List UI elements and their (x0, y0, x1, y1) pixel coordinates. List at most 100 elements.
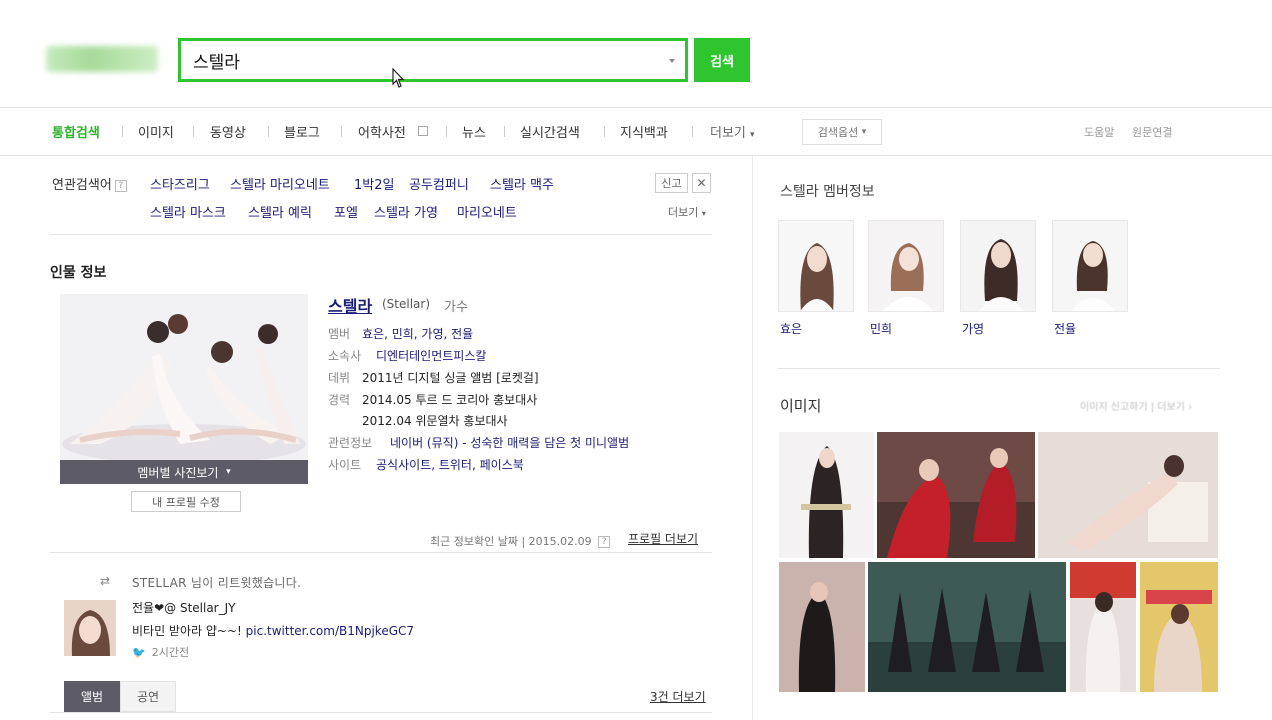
original-link[interactable]: 원문연결 (1132, 124, 1172, 140)
thumbnail-image (1070, 562, 1136, 692)
report-button[interactable]: 신고 (655, 173, 688, 193)
tab-videos[interactable]: 동영상 (210, 122, 246, 141)
member-name-link[interactable]: 민희 (870, 320, 892, 337)
related-search-link[interactable]: 스텔라 마리오네트 (230, 174, 330, 193)
last-updated-text: 최근 정보확인 날짜 | 2015.02.09 ? (430, 533, 611, 549)
thumbnail-image (779, 562, 865, 692)
person-english-name: (Stellar) (382, 297, 431, 311)
member-name-link[interactable]: 효은 (780, 320, 802, 337)
avatar-image (64, 600, 116, 656)
related-search-link[interactable]: 스타즈리그 (150, 174, 210, 193)
external-window-icon (418, 126, 428, 136)
member-card[interactable] (868, 220, 944, 312)
agency-link[interactable]: 디엔터테인먼트피스칼 (376, 347, 486, 364)
search-button[interactable]: 검색 (694, 38, 750, 82)
member-photo (779, 221, 853, 311)
images-title: 이미지 (780, 397, 822, 415)
mouse-cursor-icon (392, 68, 405, 88)
tab-divider (122, 126, 123, 137)
chevron-down-icon: ▾ (701, 209, 706, 218)
album-more-link[interactable]: 3건 더보기 (650, 688, 706, 705)
tab-divider (268, 126, 269, 137)
info-label: 경력 (328, 393, 351, 407)
thumbnail-image (877, 432, 1035, 558)
related-search-link[interactable]: 스텔라 가영 (374, 202, 438, 221)
member-info-title: 스텔라 멤버정보 (780, 184, 875, 200)
chevron-down-icon[interactable] (669, 59, 675, 63)
related-more-link[interactable]: 더보기 ▾ (668, 204, 706, 220)
tab-integrated[interactable]: 통합검색 (52, 122, 100, 141)
tweet-link[interactable]: pic.twitter.com/B1NpjkeGC7 (246, 624, 414, 638)
member-card[interactable] (1052, 220, 1128, 312)
tab-divider (604, 126, 605, 137)
site-links[interactable]: 공식사이트, 트위터, 페이스북 (376, 456, 524, 473)
info-label: 멤버 (328, 327, 351, 341)
member-card[interactable] (960, 220, 1036, 312)
tweet-time: 🐦 2시간전 (132, 646, 190, 659)
member-card[interactable] (778, 220, 854, 312)
thumbnail-image (1038, 432, 1218, 558)
tab-realtime[interactable]: 실시간검색 (520, 122, 580, 141)
chevron-down-icon: ▾ (750, 130, 755, 140)
tweet-author[interactable]: 전율❤@ Stellar_JY (132, 599, 235, 616)
related-search-link[interactable]: 마리오네트 (457, 202, 517, 221)
section-divider (50, 552, 712, 553)
tab-dictionary[interactable]: 어학사전 (358, 122, 406, 141)
column-divider (752, 156, 753, 720)
image-thumbnail[interactable] (868, 562, 1066, 692)
related-search-link[interactable]: 스텔라 맥주 (490, 174, 554, 193)
retweet-text: STELLAR 님이 리트윗했습니다. (132, 576, 302, 590)
image-thumbnail[interactable] (1038, 432, 1218, 558)
tab-divider (692, 126, 693, 137)
image-thumbnail[interactable] (779, 432, 874, 558)
tab-images[interactable]: 이미지 (138, 122, 174, 141)
search-box[interactable] (178, 38, 688, 82)
tab-album[interactable]: 앨범 (64, 681, 120, 712)
related-search-link[interactable]: 포엘 (334, 202, 358, 221)
section-divider (50, 234, 712, 235)
tab-concert[interactable]: 공연 (120, 681, 176, 712)
section-divider (778, 368, 1220, 369)
related-search-link[interactable]: 공두컴퍼니 (409, 174, 469, 193)
avatar[interactable] (64, 600, 116, 656)
member-photo (1053, 221, 1127, 311)
member-name-link[interactable]: 가영 (962, 320, 984, 337)
edit-profile-button[interactable]: 내 프로필 수정 (131, 491, 241, 512)
image-thumbnail[interactable] (1070, 562, 1136, 692)
tab-news[interactable]: 뉴스 (462, 122, 486, 141)
group-photo[interactable] (60, 294, 308, 460)
thumbnail-image (779, 432, 874, 558)
tab-more[interactable]: 더보기 ▾ (710, 122, 755, 141)
tab-divider (504, 126, 505, 137)
thumbnail-image (868, 562, 1066, 692)
members-link[interactable]: 효은, 민희, 가영, 전율 (362, 325, 473, 342)
member-photo (961, 221, 1035, 311)
tab-encyclopedia[interactable]: 지식백과 (620, 122, 668, 141)
related-search-link[interactable]: 스텔라 마스크 (150, 202, 226, 221)
member-name-link[interactable]: 전율 (1054, 320, 1076, 337)
related-search-link[interactable]: 스텔라 예릭 (248, 202, 312, 221)
person-name-link[interactable]: 스텔라 (328, 293, 372, 317)
help-icon[interactable]: ? (598, 536, 611, 548)
thumbnail-image (1140, 562, 1218, 692)
site-logo[interactable] (46, 46, 158, 72)
member-photos-button[interactable]: 멤버별 사진보기 ▾ (60, 460, 308, 484)
related-searches-label: 연관검색어? (52, 174, 127, 193)
image-thumbnail[interactable] (1140, 562, 1218, 692)
image-thumbnail[interactable] (877, 432, 1035, 558)
member-photo (869, 221, 943, 311)
search-options-button[interactable]: 검색옵션 ▾ (802, 119, 882, 145)
person-info-title: 인물 정보 (50, 265, 107, 281)
help-icon[interactable]: ? (114, 179, 127, 192)
info-label: 소속사 (328, 349, 362, 363)
help-link[interactable]: 도움말 (1084, 124, 1114, 140)
image-tools[interactable]: 이미지 신고하기 | 더보기 › (1080, 398, 1192, 413)
search-input[interactable] (181, 42, 651, 78)
close-icon[interactable]: ✕ (692, 173, 711, 193)
profile-more-link[interactable]: 프로필 더보기 (628, 530, 698, 547)
career-value: 2014.05 투르 드 코리아 홍보대사 (362, 393, 538, 407)
tab-blog[interactable]: 블로그 (284, 122, 320, 141)
related-info-link[interactable]: 네이버 (뮤직) - 성숙한 매력을 담은 첫 미니앨범 (390, 434, 629, 451)
related-search-link[interactable]: 1박2일 (354, 174, 394, 193)
image-thumbnail[interactable] (779, 562, 865, 692)
